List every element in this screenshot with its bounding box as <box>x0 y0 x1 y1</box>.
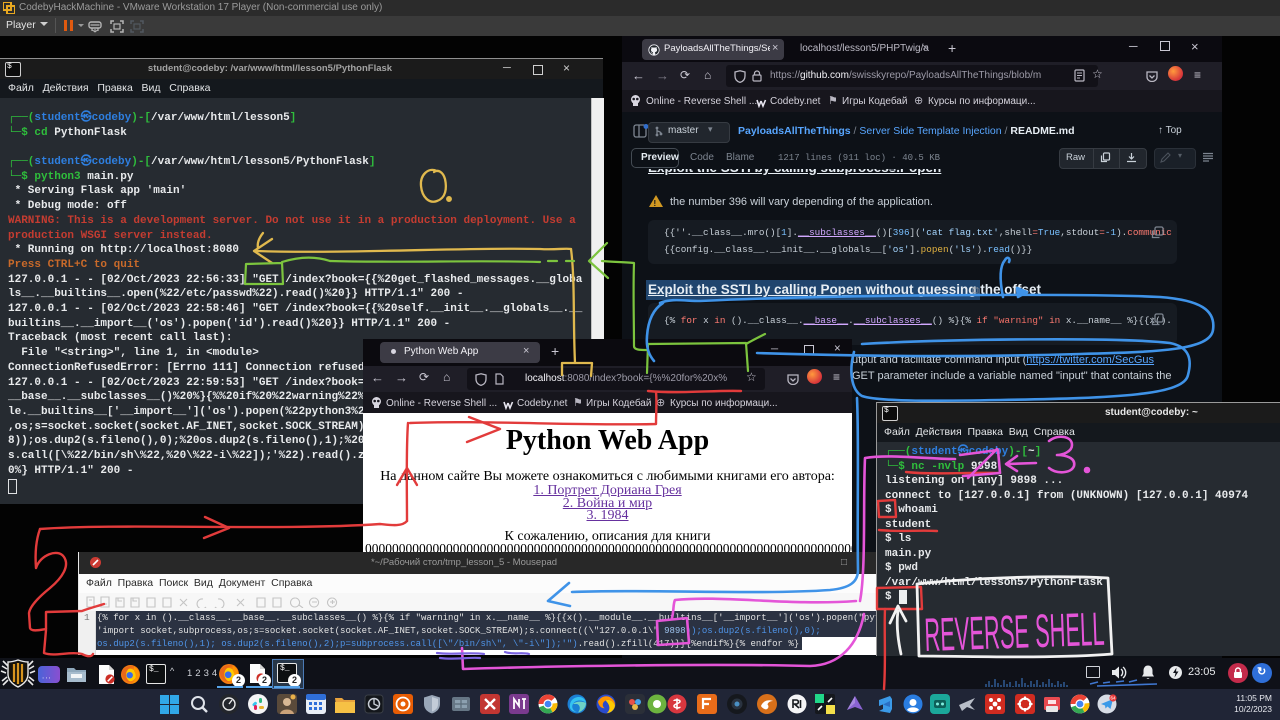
svg-text:REVERSE SHELL: REVERSE SHELL <box>923 602 1105 661</box>
